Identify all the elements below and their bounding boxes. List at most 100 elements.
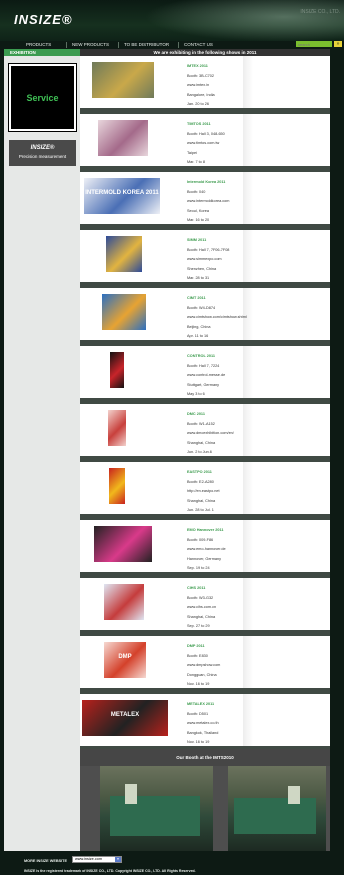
show-info: METALEX 2011 Booth: D501 www.metalex.co.th… <box>187 700 219 748</box>
nav-new-products[interactable]: NEW PRODUCTS <box>72 42 109 47</box>
show-booth: Booth: 3B-C702 <box>187 73 215 78</box>
logo-text: METALEX <box>110 712 140 718</box>
main-heading: We are exhibiting in the following shows… <box>80 49 330 56</box>
sidebar-heading: EXHIBITION <box>4 49 80 56</box>
show-city: Stuttgart, Germany <box>187 382 220 387</box>
emo-logo[interactable] <box>94 526 152 562</box>
show-city: Dongguan, China <box>187 672 217 677</box>
cimt-logo[interactable] <box>102 294 146 330</box>
show-item: METALEX METALEX 2011 Booth: D501 www.metale… <box>80 694 330 746</box>
show-item: CIHS 2011 Booth: W3-G32 www.cihs.com.cn Sha… <box>80 578 330 630</box>
booth-photo[interactable] <box>100 766 213 851</box>
show-item: EMO Hannover 2011 Booth: 009-F86 www.emo-h… <box>80 520 330 572</box>
show-city: Bangkok, Thailand <box>187 730 219 735</box>
show-info: Intermold Korea 2011 Booth: 040 www.interm… <box>187 178 229 226</box>
show-city: Seoul, Korea <box>187 208 209 213</box>
eastpo-logo[interactable] <box>109 468 125 504</box>
show-url[interactable]: www.dmcexhibition.com/en/ <box>187 429 234 439</box>
show-title[interactable]: EASTPO 2011 <box>187 468 220 478</box>
search-button[interactable]: » <box>334 41 342 47</box>
cihs-logo[interactable] <box>104 584 144 620</box>
show-booth: Booth: 040 <box>187 189 206 194</box>
booth-sign <box>288 786 300 804</box>
show-info: CIHS 2011 Booth: W3-G32 www.cihs.com.cn Sha… <box>187 584 216 632</box>
booth-photo[interactable] <box>228 766 326 851</box>
show-booth: Booth: D501 <box>187 711 209 716</box>
metalex-logo[interactable]: METALEX <box>82 700 168 736</box>
row-shadow <box>243 230 253 282</box>
show-booth: Booth: W1-A152 <box>187 421 215 426</box>
imtex-logo[interactable] <box>92 62 154 98</box>
show-info: IMTEX 2011 Booth: 3B-C702 www.imtex.in Bang… <box>187 62 215 110</box>
header-tagline: INSIZE CO., LTD. <box>300 9 340 15</box>
show-title[interactable]: CONTROL 2011 <box>187 352 225 362</box>
show-url[interactable]: www.cimtshow.com/cimtshow.shtml <box>187 313 247 323</box>
dmp-logo[interactable]: DMP <box>104 642 146 678</box>
show-city: Shanghai, China <box>187 498 216 503</box>
row-shadow <box>243 462 253 514</box>
show-url[interactable]: www.dmpshow.com <box>187 661 220 671</box>
show-title[interactable]: CIMT 2011 <box>187 294 247 304</box>
row-shadow <box>243 578 253 630</box>
show-url[interactable]: www.emo-hannover.de <box>187 545 226 555</box>
service-button[interactable]: Service <box>8 63 77 132</box>
show-url[interactable]: http://en.eastpo.net <box>187 487 220 497</box>
simm-logo[interactable] <box>106 236 142 272</box>
search-input[interactable] <box>296 41 332 47</box>
show-url[interactable]: www.simmexpo.com <box>187 255 229 265</box>
show-url[interactable]: www.timtos.com.tw <box>187 139 225 149</box>
show-booth: Booth: Hall 7, 7224 <box>187 363 220 368</box>
website-select[interactable]: www.insize.com ▼ <box>72 856 122 863</box>
row-shadow <box>243 172 253 224</box>
row-shadow <box>243 636 253 688</box>
nav-to-be-distributor[interactable]: TO BE DISTRIBUTOR <box>124 42 169 47</box>
show-item: IMTEX 2011 Booth: 3B-C702 www.imtex.in Bang… <box>80 56 330 108</box>
show-booth: Booth: W3-G32 <box>187 595 214 600</box>
show-booth: Booth: E2-A280 <box>187 479 214 484</box>
intermold-logo[interactable]: INTERMOLD KOREA 2011 <box>84 178 160 214</box>
service-label: Service <box>26 92 59 103</box>
show-item: INTERMOLD KOREA 2011 Intermold Korea 2011… <box>80 172 330 224</box>
show-item: DMP DMP 2011 Booth: E830 www.dmpshow.com Don… <box>80 636 330 688</box>
more-websites-label: MORE INSIZE WEBSITE <box>24 859 68 863</box>
show-url[interactable]: www.intermoldkorea.com <box>187 197 229 207</box>
logo-text: DMP <box>118 654 132 660</box>
booth-stand <box>110 796 200 836</box>
insize-logo[interactable]: INSIZE® <box>14 12 72 27</box>
timtos-logo[interactable] <box>98 120 148 156</box>
control-logo[interactable] <box>110 352 124 388</box>
show-item: DMC 2011 Booth: W1-A152 www.dmcexhibition.… <box>80 404 330 456</box>
show-item: TIMTOS 2011 Booth: Hall 3, 048-650 www.tim… <box>80 114 330 166</box>
show-title[interactable]: CIHS 2011 <box>187 584 216 594</box>
precision-measurement-banner[interactable]: INSIZE® Precision measurement <box>9 140 76 166</box>
booth-photos <box>80 766 330 851</box>
row-shadow <box>243 56 253 108</box>
show-info: SIMM 2011 Booth: Hall 7, 7F06-7F08 www.sim… <box>187 236 229 284</box>
show-booth: Booth: 009-F86 <box>187 537 214 542</box>
show-title[interactable]: DMP 2011 <box>187 642 220 652</box>
nav-contact-us[interactable]: CONTACT US <box>184 42 213 47</box>
dmc-logo[interactable] <box>108 410 126 446</box>
nav-divider <box>118 42 119 48</box>
show-title[interactable]: METALEX 2011 <box>187 700 219 710</box>
show-title[interactable]: IMTEX 2011 <box>187 62 215 72</box>
show-title[interactable]: TIMTOS 2011 <box>187 120 225 130</box>
show-title[interactable]: Intermold Korea 2011 <box>187 178 229 188</box>
show-url[interactable]: www.imtex.in <box>187 81 215 91</box>
nav-products[interactable]: PRODUCTS <box>26 42 51 47</box>
pm-label: Precision measurement <box>18 154 67 159</box>
booth-section-title: Our Booth at the IMTS2010 <box>80 749 330 766</box>
right-margin <box>330 49 344 851</box>
show-title[interactable]: SIMM 2011 <box>187 236 229 246</box>
show-url[interactable]: www.control-messe.de <box>187 371 225 381</box>
show-item: SIMM 2011 Booth: Hall 7, 7F06-7F08 www.sim… <box>80 230 330 282</box>
show-url[interactable]: www.metalex.co.th <box>187 719 219 729</box>
show-title[interactable]: EMO Hannover 2011 <box>187 526 226 536</box>
show-info: DMP 2011 Booth: E830 www.dmpshow.com Donggu… <box>187 642 220 690</box>
nav-divider <box>66 42 67 48</box>
show-title[interactable]: DMC 2011 <box>187 410 234 420</box>
show-info: EMO Hannover 2011 Booth: 009-F86 www.emo-h… <box>187 526 226 574</box>
booth-sign <box>125 784 137 804</box>
pm-logo: INSIZE® <box>30 145 55 151</box>
show-url[interactable]: www.cihs.com.cn <box>187 603 216 613</box>
